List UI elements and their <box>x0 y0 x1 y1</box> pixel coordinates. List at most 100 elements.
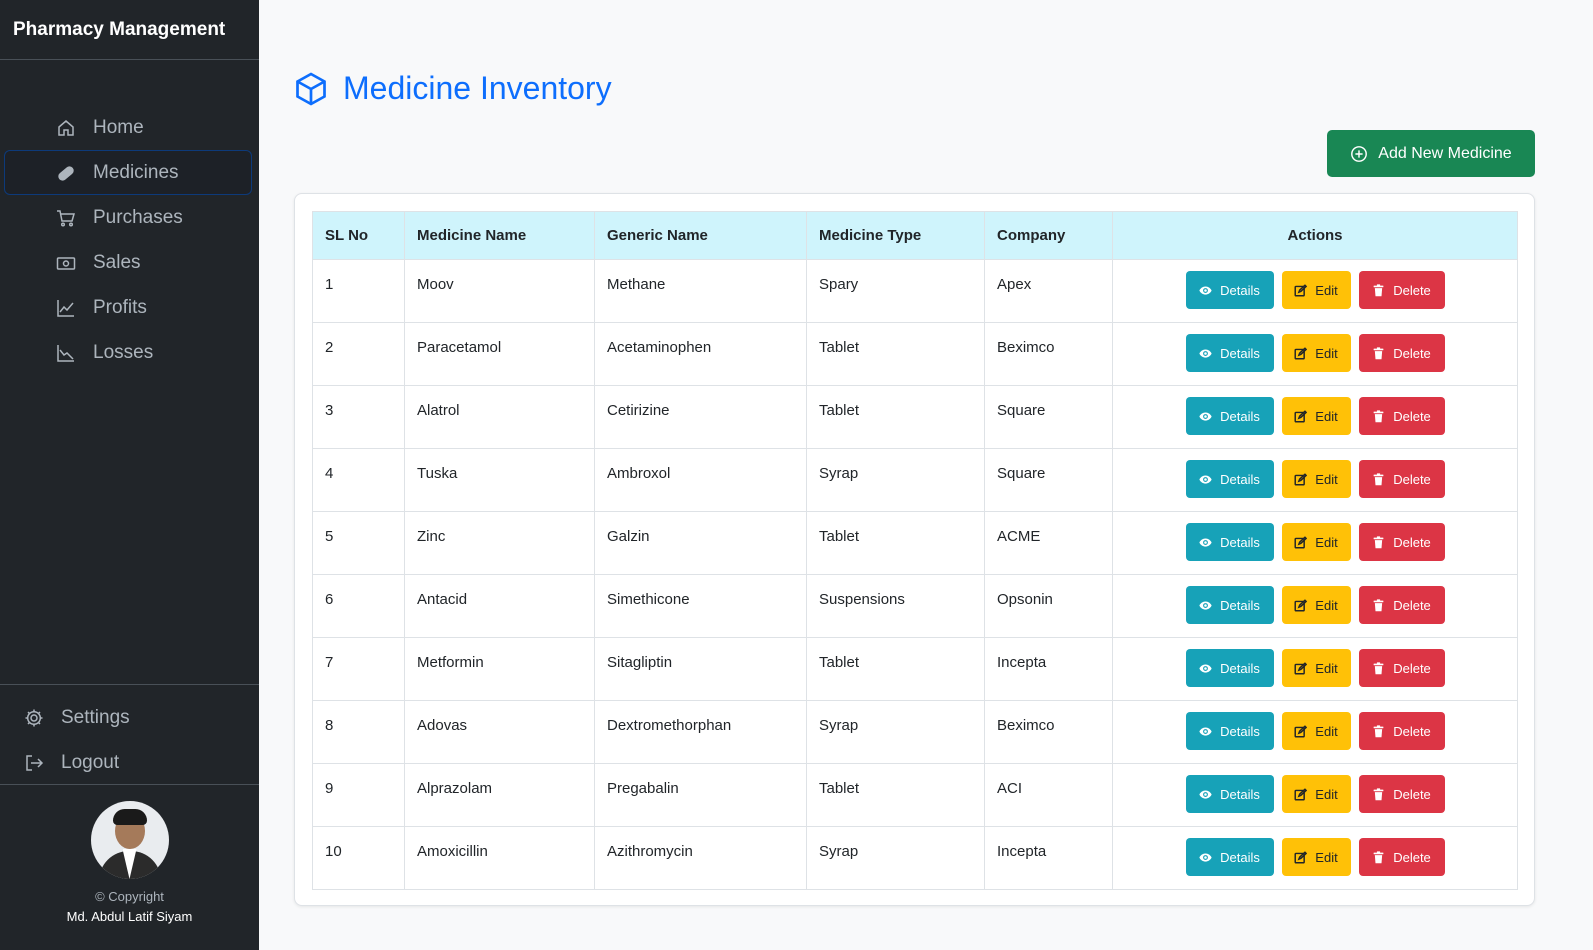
trash-icon <box>1372 661 1393 675</box>
edit-button[interactable]: Edit <box>1281 334 1351 372</box>
details-button[interactable]: Details <box>1185 334 1274 372</box>
sidebar-item-label: Settings <box>61 706 130 728</box>
medicine-type-cell: Tablet <box>806 763 985 827</box>
column-header-sl-no: SL No <box>312 211 405 260</box>
delete-button[interactable]: Delete <box>1358 586 1445 624</box>
details-label: Details <box>1220 597 1260 613</box>
edit-button[interactable]: Edit <box>1281 460 1351 498</box>
edit-label: Edit <box>1315 597 1338 613</box>
eye-icon <box>1199 410 1220 423</box>
details-label: Details <box>1220 786 1260 802</box>
sl-no-cell: 9 <box>312 763 405 827</box>
delete-button[interactable]: Delete <box>1358 334 1445 372</box>
delete-button[interactable]: Delete <box>1358 712 1445 750</box>
sl-no-cell: 6 <box>312 574 405 638</box>
trash-icon <box>1372 535 1393 549</box>
pencil-square-icon <box>1294 724 1315 738</box>
edit-button[interactable]: Edit <box>1281 586 1351 624</box>
sidebar-item-losses[interactable]: Losses <box>4 330 252 375</box>
trash-icon <box>1372 787 1393 801</box>
table-row: 3 Alatrol Cetirizine Tablet Square Details Edi… <box>312 385 1518 449</box>
trash-icon <box>1372 850 1393 864</box>
sidebar-item-label: Home <box>93 116 144 138</box>
details-button[interactable]: Details <box>1185 586 1274 624</box>
edit-button[interactable]: Edit <box>1281 712 1351 750</box>
graph-up-icon <box>53 297 79 319</box>
trash-icon <box>1372 283 1393 297</box>
delete-button[interactable]: Delete <box>1358 775 1445 813</box>
actions-cell: Details Edit Delete <box>1112 322 1518 386</box>
table-row: 8 Adovas Dextromethorphan Syrap Beximco Detai… <box>312 700 1518 764</box>
generic-name-cell: Ambroxol <box>594 448 807 512</box>
actions-cell: Details Edit Delete <box>1112 826 1518 890</box>
details-button[interactable]: Details <box>1185 712 1274 750</box>
edit-label: Edit <box>1315 534 1338 550</box>
sidebar-nav: Home Medicines Purchases Sales Profits L… <box>4 105 252 375</box>
table-row: 5 Zinc Galzin Tablet ACME Details Edit Delete <box>312 511 1518 575</box>
column-header-actions: Actions <box>1112 211 1518 260</box>
edit-label: Edit <box>1315 345 1338 361</box>
medicine-type-cell: Tablet <box>806 511 985 575</box>
eye-icon <box>1199 788 1220 801</box>
details-button[interactable]: Details <box>1185 397 1274 435</box>
delete-button[interactable]: Delete <box>1358 523 1445 561</box>
details-button[interactable]: Details <box>1185 775 1274 813</box>
actions-cell: Details Edit Delete <box>1112 637 1518 701</box>
pencil-square-icon <box>1294 535 1315 549</box>
app-title[interactable]: Pharmacy Management <box>0 0 259 60</box>
medicine-type-cell: Spary <box>806 259 985 323</box>
edit-button[interactable]: Edit <box>1281 397 1351 435</box>
medicine-type-cell: Syrap <box>806 700 985 764</box>
details-button[interactable]: Details <box>1185 460 1274 498</box>
medicine-type-cell: Suspensions <box>806 574 985 638</box>
company-cell: Incepta <box>984 826 1113 890</box>
edit-button[interactable]: Edit <box>1281 271 1351 309</box>
details-button[interactable]: Details <box>1185 838 1274 876</box>
delete-button[interactable]: Delete <box>1358 271 1445 309</box>
sidebar-item-settings[interactable]: Settings <box>0 695 259 740</box>
sidebar-item-label: Losses <box>93 341 154 363</box>
delete-label: Delete <box>1393 534 1431 550</box>
trash-icon <box>1372 472 1393 486</box>
sl-no-cell: 7 <box>312 637 405 701</box>
edit-button[interactable]: Edit <box>1281 649 1351 687</box>
details-button[interactable]: Details <box>1185 649 1274 687</box>
delete-button[interactable]: Delete <box>1358 460 1445 498</box>
edit-button[interactable]: Edit <box>1281 838 1351 876</box>
pencil-square-icon <box>1294 409 1315 423</box>
medicine-name-cell: Antacid <box>404 574 595 638</box>
company-cell: Beximco <box>984 322 1113 386</box>
eye-icon <box>1199 473 1220 486</box>
sidebar-item-profits[interactable]: Profits <box>4 285 252 330</box>
details-label: Details <box>1220 471 1260 487</box>
sidebar-item-logout[interactable]: Logout <box>0 740 259 785</box>
delete-button[interactable]: Delete <box>1358 838 1445 876</box>
details-button[interactable]: Details <box>1185 271 1274 309</box>
delete-label: Delete <box>1393 345 1431 361</box>
sidebar-item-label: Profits <box>93 296 147 318</box>
company-cell: Square <box>984 385 1113 449</box>
delete-button[interactable]: Delete <box>1358 649 1445 687</box>
edit-button[interactable]: Edit <box>1281 775 1351 813</box>
pencil-square-icon <box>1294 787 1315 801</box>
sidebar-item-purchases[interactable]: Purchases <box>4 195 252 240</box>
delete-label: Delete <box>1393 660 1431 676</box>
company-cell: Incepta <box>984 637 1113 701</box>
delete-button[interactable]: Delete <box>1358 397 1445 435</box>
copyright-text: © Copyright <box>95 889 164 904</box>
sidebar-item-sales[interactable]: Sales <box>4 240 252 285</box>
eye-icon <box>1199 284 1220 297</box>
details-button[interactable]: Details <box>1185 523 1274 561</box>
eye-icon <box>1199 662 1220 675</box>
company-cell: Apex <box>984 259 1113 323</box>
delete-label: Delete <box>1393 786 1431 802</box>
add-new-medicine-button[interactable]: Add New Medicine <box>1327 130 1535 177</box>
main-content: Medicine Inventory Add New Medicine SL N… <box>259 0 1593 950</box>
sidebar-item-label: Purchases <box>93 206 183 228</box>
edit-button[interactable]: Edit <box>1281 523 1351 561</box>
sl-no-cell: 1 <box>312 259 405 323</box>
medicine-name-cell: Alatrol <box>404 385 595 449</box>
sidebar-item-home[interactable]: Home <box>4 105 252 150</box>
medicine-table: SL No Medicine Name Generic Name Medicin… <box>312 211 1518 890</box>
sidebar-item-medicines[interactable]: Medicines <box>4 150 252 195</box>
